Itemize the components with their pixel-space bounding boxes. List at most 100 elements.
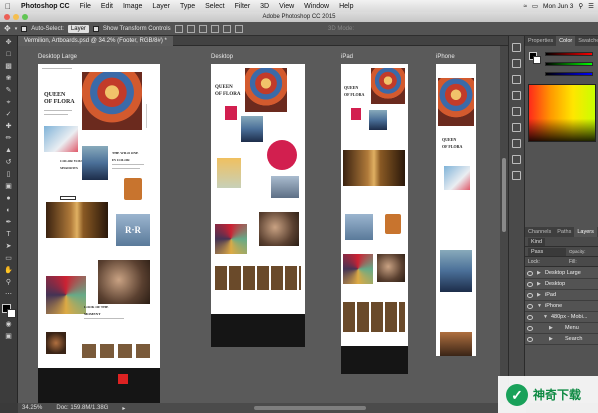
minimize-window-button[interactable] [13, 14, 19, 20]
artboard-desktop-large[interactable]: QUEEN OF FLORA COLOR YOUR SHADOWS THE WILD… [38, 64, 160, 403]
type-tool-icon[interactable]: T [3, 230, 15, 240]
align-middle-icon[interactable] [186, 24, 195, 33]
auto-select-target-select[interactable]: Layer [67, 24, 89, 33]
layer-search[interactable]: ▶ Search [525, 334, 598, 345]
brush-panel-icon[interactable] [512, 75, 521, 84]
history-brush-icon[interactable]: ↺ [3, 158, 15, 168]
visibility-eye-icon[interactable] [527, 282, 533, 287]
quick-select-icon[interactable]: ✎ [3, 86, 15, 96]
tab-paths[interactable]: Paths [554, 227, 574, 237]
screen-mode-icon[interactable]: ▣ [3, 332, 15, 342]
artboard-label-ipad[interactable]: iPad [341, 54, 353, 60]
disclosure-arrow-icon[interactable]: ▶ [537, 290, 541, 301]
visibility-eye-icon[interactable] [527, 337, 533, 342]
align-right-icon[interactable] [234, 24, 243, 33]
history-panel-icon[interactable] [512, 43, 521, 52]
visibility-eye-icon[interactable] [527, 304, 533, 309]
pen-tool-icon[interactable]: ✒ [3, 218, 15, 228]
blue-slider[interactable] [545, 72, 593, 76]
healing-brush-icon[interactable]: ✚ [3, 122, 15, 132]
tool-preset-dropdown[interactable]: ▾ [15, 26, 18, 32]
align-center-icon[interactable] [222, 24, 231, 33]
blur-tool-icon[interactable]: ● [3, 194, 15, 204]
show-transform-checkbox[interactable] [92, 25, 99, 32]
visibility-eye-icon[interactable] [527, 326, 533, 331]
menu-help[interactable]: Help [334, 3, 358, 10]
horizontal-scrollbar[interactable] [254, 406, 366, 410]
zoom-tool-icon[interactable]: ⚲ [3, 278, 15, 288]
menu-app-name[interactable]: Photoshop CC [16, 3, 75, 10]
lasso-tool-icon[interactable]: ❀ [3, 74, 15, 84]
menu-view[interactable]: View [274, 3, 299, 10]
layer-desktop[interactable]: ▶ Desktop [525, 279, 598, 290]
info-panel-icon[interactable] [512, 123, 521, 132]
blend-mode-select[interactable]: Pass Through [528, 248, 566, 263]
menu-file[interactable]: File [75, 3, 96, 10]
menu-edit[interactable]: Edit [96, 3, 118, 10]
menu-window[interactable]: Window [299, 3, 334, 10]
dodge-tool-icon[interactable]: ◐ [3, 206, 15, 216]
layer-menu[interactable]: ▶ Menu [525, 323, 598, 334]
character-panel-icon[interactable] [512, 91, 521, 100]
visibility-eye-icon[interactable] [527, 271, 533, 276]
gradient-tool-icon[interactable]: ▣ [3, 182, 15, 192]
layer-iphone[interactable]: ▼ iPhone [525, 301, 598, 312]
menu-filter[interactable]: Filter [230, 3, 256, 10]
layer-480px-mobile[interactable]: ▼ 480px - Mobi... [525, 312, 598, 323]
apple-icon[interactable]:  [0, 2, 16, 11]
document-tab[interactable]: Vermilion, Artboards.psd @ 34.2% (Footer… [18, 36, 173, 46]
align-left-icon[interactable] [210, 24, 219, 33]
zoom-window-button[interactable] [22, 14, 28, 20]
disclosure-arrow-icon[interactable]: ▼ [537, 301, 542, 312]
visibility-eye-icon[interactable] [527, 293, 533, 298]
visibility-eye-icon[interactable] [527, 315, 533, 320]
layer-desktop-large[interactable]: ▶ Desktop Large [525, 268, 598, 279]
notification-icon[interactable]: ☰ [588, 2, 594, 10]
auto-select-checkbox[interactable] [21, 25, 28, 32]
doc-size[interactable]: Doc: 159.8M/1.38G [56, 405, 108, 411]
align-bottom-icon[interactable] [198, 24, 207, 33]
tab-channels[interactable]: Channels [525, 227, 554, 237]
color-spectrum[interactable] [528, 84, 596, 142]
adjustments-panel-icon[interactable] [512, 139, 521, 148]
properties-panel-icon[interactable] [512, 59, 521, 68]
artboard-label-desktop-large[interactable]: Desktop Large [38, 54, 77, 60]
canvas-area[interactable]: Desktop Large Desktop iPad iPhone QUEEN O… [18, 46, 500, 403]
clone-stamp-icon[interactable]: ▲ [3, 146, 15, 156]
tab-layers[interactable]: Layers [574, 227, 597, 237]
menu-select[interactable]: Select [200, 3, 229, 10]
artboard-desktop[interactable]: QUEEN OF FLORA [211, 64, 305, 347]
tab-properties[interactable]: Properties [525, 36, 556, 46]
brush-tool-icon[interactable]: ✏ [3, 134, 15, 144]
menu-type[interactable]: Type [175, 3, 200, 10]
battery-icon[interactable]: ▭ [532, 2, 538, 10]
disclosure-arrow-icon[interactable]: ▶ [537, 279, 541, 290]
path-select-icon[interactable]: ➤ [3, 242, 15, 252]
quick-mask-icon[interactable]: ◉ [3, 320, 15, 330]
disclosure-arrow-icon[interactable]: ▶ [549, 334, 553, 345]
artboard-ipad[interactable]: QUEEN OF FLORA [341, 64, 408, 374]
filter-kind-select[interactable]: Kind [528, 238, 546, 246]
status-menu-icon[interactable]: ▸ [122, 405, 125, 412]
styles-panel-icon[interactable] [512, 155, 521, 164]
layer-ipad[interactable]: ▶ iPad [525, 290, 598, 301]
vertical-scrollbar[interactable] [500, 46, 508, 403]
artboard-label-iphone[interactable]: iPhone [436, 54, 455, 60]
hand-tool-icon[interactable]: ✋ [3, 266, 15, 276]
shape-tool-icon[interactable]: ▭ [3, 254, 15, 264]
move-tool-icon[interactable]: ✥ [3, 38, 15, 48]
libraries-panel-icon[interactable] [512, 171, 521, 180]
clock[interactable]: Mon Jun 3 [543, 3, 573, 10]
crop-tool-icon[interactable]: ⌖ [3, 98, 15, 108]
red-slider[interactable] [545, 52, 593, 56]
spotlight-icon[interactable]: ⚲ [578, 2, 583, 10]
artboard-tool-icon[interactable]: □ [3, 50, 15, 60]
artboard-iphone[interactable]: QUEEN OF FLORA [436, 64, 476, 356]
tab-swatches[interactable]: Swatches [575, 36, 598, 46]
menu-layer[interactable]: Layer [147, 3, 175, 10]
marquee-tool-icon[interactable]: ▩ [3, 62, 15, 72]
zoom-level[interactable]: 34.25% [22, 405, 42, 411]
menu-3d[interactable]: 3D [255, 3, 274, 10]
menu-image[interactable]: Image [118, 3, 147, 10]
disclosure-arrow-icon[interactable]: ▼ [543, 312, 548, 323]
